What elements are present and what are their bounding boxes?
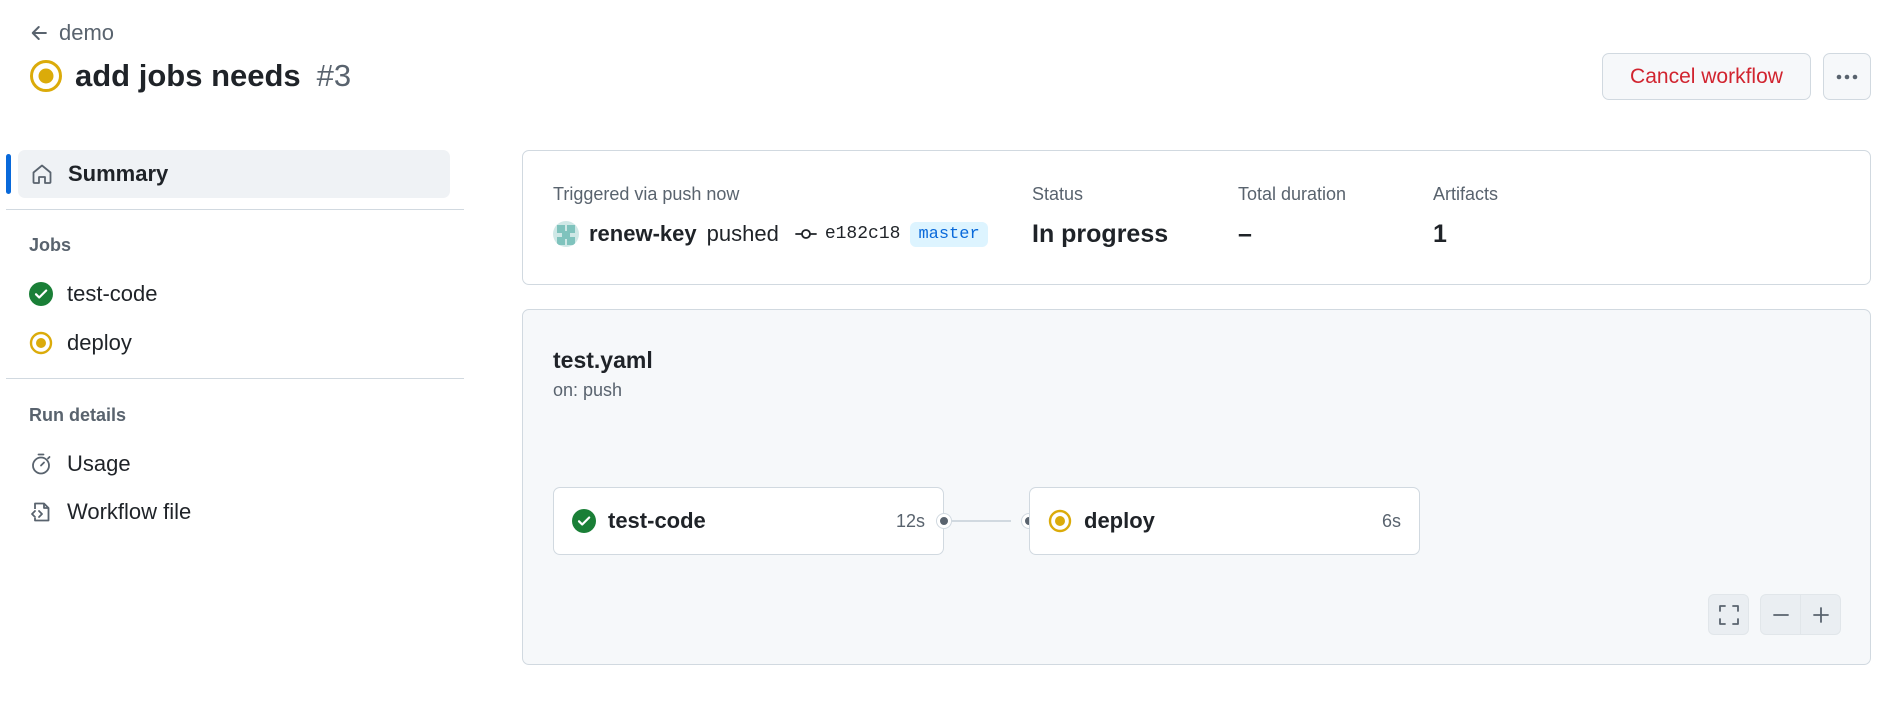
total-duration-label: Total duration (1238, 184, 1347, 204)
success-check-icon (572, 509, 596, 533)
fullscreen-button[interactable] (1708, 594, 1749, 635)
sidebar-item-workflow-file[interactable]: Workflow file (29, 499, 191, 525)
cancel-workflow-button[interactable]: Cancel workflow (1602, 53, 1811, 100)
connector-handle (937, 514, 951, 528)
actor-link[interactable]: renew-key (589, 221, 697, 247)
back-link-label: demo (59, 20, 115, 45)
action-text: pushed (706, 221, 779, 246)
job-duration: 6s (1381, 510, 1401, 531)
back-link[interactable]: demo (29, 20, 114, 46)
branch-badge[interactable]: master (910, 221, 988, 247)
sidebar-item-label: Summary (68, 161, 169, 186)
sidebar-divider (6, 209, 464, 210)
job-node-test-code[interactable]: test-code 12s (553, 487, 944, 555)
commit-sha: e182c18 (824, 224, 901, 244)
run-summary-card: Triggered via push now renew-key pushed … (522, 150, 1871, 285)
sidebar-item-deploy[interactable]: deploy (29, 330, 132, 356)
arrow-left-icon (31, 26, 47, 40)
artifacts-count[interactable]: 1 (1433, 220, 1447, 249)
success-check-icon (29, 282, 53, 306)
sidebar-item-label: deploy (67, 330, 132, 355)
workflow-trigger: on: push (553, 380, 623, 400)
sidebar-item-label: Usage (67, 451, 131, 476)
home-icon (32, 164, 52, 184)
active-nav-indicator (6, 154, 11, 194)
trigger-text: Triggered via push now (553, 184, 740, 204)
job-node-deploy[interactable]: deploy 6s (1029, 487, 1420, 555)
run-number: #3 (316, 58, 352, 93)
in-progress-status-icon (1048, 509, 1072, 533)
sidebar-divider (6, 378, 464, 379)
run-details-heading: Run details (29, 405, 127, 425)
job-name: test-code (608, 508, 706, 533)
commit-link[interactable]: e182c18 (794, 224, 901, 244)
kebab-horizontal-icon (1836, 74, 1858, 79)
sidebar-item-test-code[interactable]: test-code (29, 281, 158, 307)
job-name: deploy (1084, 508, 1155, 533)
status-value: In progress (1032, 220, 1169, 248)
sidebar-item-usage[interactable]: Usage (29, 451, 131, 477)
artifacts-label: Artifacts (1433, 184, 1499, 204)
screen-full-icon (1718, 604, 1739, 625)
avatar[interactable] (553, 221, 579, 247)
git-commit-icon (794, 229, 817, 239)
in-progress-status-icon (30, 60, 62, 92)
stopwatch-icon (32, 453, 51, 475)
page-title: add jobs needs (75, 58, 301, 93)
minus-icon (1772, 613, 1789, 616)
in-progress-status-icon (29, 331, 53, 355)
total-duration-value: – (1238, 220, 1252, 248)
zoom-out-button[interactable] (1760, 594, 1801, 635)
job-duration: 12s (895, 510, 925, 531)
more-options-button[interactable] (1823, 53, 1871, 100)
job-connector-line (951, 520, 1011, 522)
jobs-heading: Jobs (29, 235, 72, 255)
sidebar-item-label: test-code (67, 281, 158, 306)
workflow-graph-panel: test.yaml on: push test-code 12s deploy … (522, 309, 1871, 665)
page-title-row: add jobs needs #3 (29, 58, 351, 94)
status-label: Status (1032, 184, 1084, 204)
file-code-icon (31, 502, 50, 522)
plus-icon (1812, 606, 1829, 623)
sidebar-item-summary[interactable]: Summary (18, 150, 450, 198)
trigger-row: renew-key pushed e182c18 master (553, 221, 988, 247)
zoom-in-button[interactable] (1800, 594, 1841, 635)
workflow-file-name: test.yaml (553, 347, 653, 373)
sidebar-item-label: Workflow file (67, 499, 192, 524)
